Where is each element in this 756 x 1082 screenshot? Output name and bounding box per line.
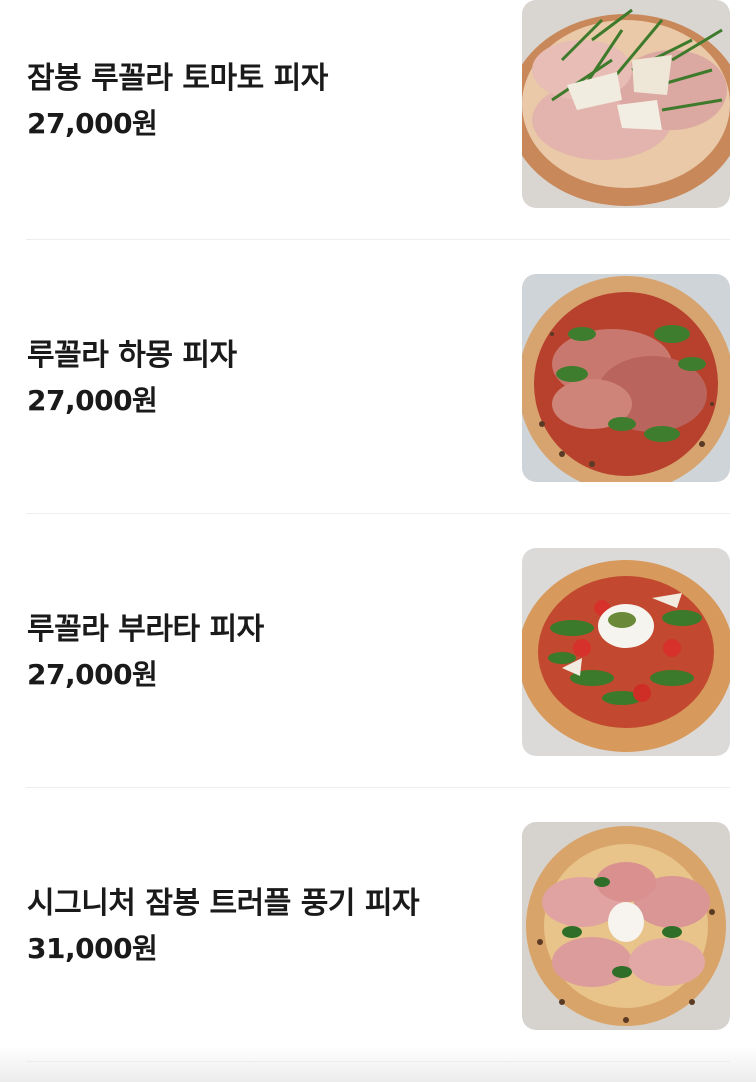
bottom-scroll-fade bbox=[0, 1046, 756, 1082]
menu-item-text: 루꼴라 하몽 피자 27,000원 bbox=[27, 337, 497, 419]
pizza-jambon-truffle-photo bbox=[522, 822, 730, 1030]
pizza-prosciutto-arugula-photo bbox=[522, 0, 730, 208]
menu-item-text: 시그니처 잠봉 트러플 풍기 피자 31,000원 bbox=[27, 885, 497, 967]
menu-item-text: 잠봉 루꼴라 토마토 피자 27,000원 bbox=[27, 60, 497, 142]
menu-item-price: 27,000원 bbox=[27, 658, 158, 691]
menu-item-price: 31,000원 bbox=[27, 932, 158, 965]
menu-item-photo[interactable] bbox=[522, 822, 730, 1030]
menu-item-name: 잠봉 루꼴라 토마토 피자 bbox=[27, 61, 328, 96]
menu-item-price: 27,000원 bbox=[27, 384, 158, 417]
menu-item-text: 루꼴라 부라타 피자 27,000원 bbox=[27, 611, 497, 693]
menu-item-photo[interactable] bbox=[522, 548, 730, 756]
menu-item-arugula-jamon-pizza[interactable]: 루꼴라 하몽 피자 27,000원 bbox=[0, 240, 756, 514]
menu-item-price: 27,000원 bbox=[27, 107, 158, 140]
menu-item-name: 루꼴라 하몽 피자 bbox=[27, 338, 237, 373]
pizza-jamon-arugula-photo bbox=[522, 274, 730, 482]
menu-item-arugula-burrata-pizza[interactable]: 루꼴라 부라타 피자 27,000원 bbox=[0, 514, 756, 788]
pizza-burrata-arugula-photo bbox=[522, 548, 730, 756]
menu-item-name: 시그니처 잠봉 트러플 풍기 피자 bbox=[27, 886, 420, 921]
menu-item-name: 루꼴라 부라타 피자 bbox=[27, 612, 264, 647]
menu-item-jambon-arugula-tomato-pizza[interactable]: 잠봉 루꼴라 토마토 피자 27,000원 bbox=[0, 0, 756, 240]
menu-item-photo[interactable] bbox=[522, 274, 730, 482]
menu-item-photo[interactable] bbox=[522, 0, 730, 208]
menu-item-signature-jambon-truffle-funghi-pizza[interactable]: 시그니처 잠봉 트러플 풍기 피자 31,000원 bbox=[0, 788, 756, 1062]
menu-list: 잠봉 루꼴라 토마토 피자 27,000원 루꼴라 하몽 피자 27,000원 … bbox=[0, 0, 756, 1062]
